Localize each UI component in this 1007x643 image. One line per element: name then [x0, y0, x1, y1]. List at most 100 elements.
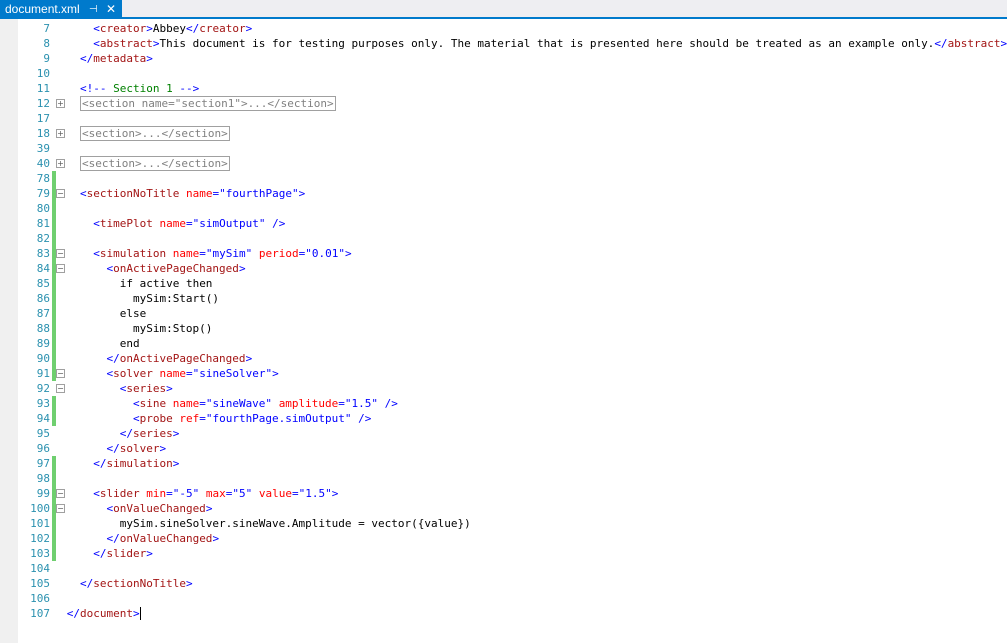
- code-token: "-5": [172, 487, 200, 500]
- collapsed-region[interactable]: <section>...</section>: [80, 156, 230, 171]
- collapse-icon[interactable]: −: [56, 249, 65, 258]
- code-line[interactable]: 102 </onValueChanged>: [0, 531, 1007, 546]
- code-token: name: [172, 247, 200, 260]
- code-line[interactable]: 82: [0, 231, 1007, 246]
- change-marker: [52, 531, 56, 546]
- pin-icon[interactable]: ⊣: [89, 0, 98, 19]
- change-marker: [52, 276, 56, 291]
- code-token: >: [331, 487, 339, 500]
- close-icon[interactable]: ✕: [106, 0, 116, 19]
- code-line[interactable]: 83− <simulation name="mySim" period="0.01…: [0, 246, 1007, 261]
- code-token: </: [106, 532, 120, 545]
- code-line[interactable]: 40 + <section>...</section>: [0, 156, 1007, 171]
- code-line[interactable]: 95 </series>: [0, 426, 1007, 441]
- code-line[interactable]: 93 <sine name="sineWave" amplitude="1.5" …: [0, 396, 1007, 411]
- code-line[interactable]: 12 + <section name="section1">...</section…: [0, 96, 1007, 111]
- code-line[interactable]: 100− <onValueChanged>: [0, 501, 1007, 516]
- code-token: <: [93, 22, 100, 35]
- code-line[interactable]: 17: [0, 111, 1007, 126]
- line-number: 90: [36, 352, 50, 365]
- code-line[interactable]: 7 <creator>Abbey</creator>: [0, 21, 1007, 36]
- line-number: 87: [36, 307, 50, 320]
- code-line[interactable]: 97 </simulation>: [0, 456, 1007, 471]
- code-text: <abstract>This document is for testing p…: [93, 36, 1007, 51]
- code-text: <sectionNoTitle name="fourthPage">: [80, 186, 305, 201]
- code-line[interactable]: 99− <slider min="-5" max="5" value="1.5">: [0, 486, 1007, 501]
- collapse-icon[interactable]: −: [56, 264, 65, 273]
- code-line[interactable]: 104: [0, 561, 1007, 576]
- code-token: "sineSolver": [192, 367, 273, 380]
- code-line[interactable]: 81 <timePlot name="simOutput" />: [0, 216, 1007, 231]
- code-line[interactable]: 88 mySim:Stop(): [0, 321, 1007, 336]
- code-line[interactable]: 107 </document>: [0, 606, 1007, 621]
- line-number: 9: [43, 52, 50, 65]
- code-line[interactable]: 84− <onActivePageChanged>: [0, 261, 1007, 276]
- code-line[interactable]: 98: [0, 471, 1007, 486]
- code-line[interactable]: 89 end: [0, 336, 1007, 351]
- code-line[interactable]: 106: [0, 591, 1007, 606]
- code-text: </solver>: [106, 441, 166, 456]
- code-token: </: [106, 442, 120, 455]
- expand-icon[interactable]: +: [56, 129, 65, 138]
- collapse-icon[interactable]: −: [56, 369, 65, 378]
- code-token: min: [146, 487, 167, 500]
- code-token: else: [119, 307, 147, 320]
- code-token: />: [272, 217, 286, 230]
- code-line[interactable]: 87 else: [0, 306, 1007, 321]
- collapsed-region[interactable]: <section name="section1">...</section>: [80, 96, 336, 111]
- line-number: 99: [36, 487, 50, 500]
- change-marker: [52, 231, 56, 246]
- code-line[interactable]: 80: [0, 201, 1007, 216]
- collapsed-region[interactable]: <section>...</section>: [80, 126, 230, 141]
- code-token: sine: [139, 397, 167, 410]
- collapse-icon[interactable]: −: [56, 489, 65, 498]
- code-line[interactable]: 8 <abstract>This document is for testing …: [0, 36, 1007, 51]
- code-line[interactable]: 101 mySim.sineSolver.sineWave.Amplitude =…: [0, 516, 1007, 531]
- expand-icon[interactable]: +: [56, 99, 65, 108]
- code-line[interactable]: 9 </metadata>: [0, 51, 1007, 66]
- code-line[interactable]: 96 </solver>: [0, 441, 1007, 456]
- code-line[interactable]: 11 <!-- Section 1 -->: [0, 81, 1007, 96]
- line-number: 40: [36, 157, 50, 170]
- code-token: >: [205, 502, 213, 515]
- code-line[interactable]: 94 <probe ref="fourthPage.simOutput" />: [0, 411, 1007, 426]
- code-line[interactable]: 103 </slider>: [0, 546, 1007, 561]
- code-line[interactable]: 86 mySim:Start(): [0, 291, 1007, 306]
- code-token: onValueChanged: [119, 532, 213, 545]
- code-line[interactable]: 92− <series>: [0, 381, 1007, 396]
- code-token: >: [146, 22, 153, 35]
- code-editor[interactable]: 7 <creator>Abbey</creator> 8 <abstract>This…: [0, 19, 1007, 643]
- code-token: </: [80, 577, 94, 590]
- collapse-icon[interactable]: −: [56, 384, 65, 393]
- code-line[interactable]: 85 if active then: [0, 276, 1007, 291]
- line-number: 93: [36, 397, 50, 410]
- code-token: sectionNoTitle: [86, 187, 180, 200]
- change-marker: [52, 396, 56, 411]
- code-line[interactable]: 10: [0, 66, 1007, 81]
- code-line[interactable]: 91− <solver name="sineSolver">: [0, 366, 1007, 381]
- code-line[interactable]: 18 + <section>...</section>: [0, 126, 1007, 141]
- code-token: </: [185, 22, 200, 35]
- code-text: else: [120, 306, 147, 321]
- line-number: 10: [36, 67, 50, 80]
- collapse-icon[interactable]: −: [56, 189, 65, 198]
- collapse-icon[interactable]: −: [56, 504, 65, 513]
- code-token: "fourthPage.simOutput": [205, 412, 352, 425]
- code-line[interactable]: 79− <sectionNoTitle name="fourthPage">: [0, 186, 1007, 201]
- code-text: <section>...</section>: [80, 126, 230, 141]
- code-token: >: [245, 352, 253, 365]
- code-text: </series>: [120, 426, 180, 441]
- expand-icon[interactable]: +: [56, 159, 65, 168]
- tab-document-xml[interactable]: document.xml ⊣ ✕: [0, 0, 122, 19]
- line-number: 83: [36, 247, 50, 260]
- code-line[interactable]: 105 </sectionNoTitle>: [0, 576, 1007, 591]
- code-text: </slider>: [93, 546, 153, 561]
- line-number: 11: [36, 82, 50, 95]
- code-line[interactable]: 78: [0, 171, 1007, 186]
- code-token: =: [199, 397, 206, 410]
- code-line[interactable]: 90 </onActivePageChanged>: [0, 351, 1007, 366]
- code-line[interactable]: 39: [0, 141, 1007, 156]
- code-token: "5": [232, 487, 253, 500]
